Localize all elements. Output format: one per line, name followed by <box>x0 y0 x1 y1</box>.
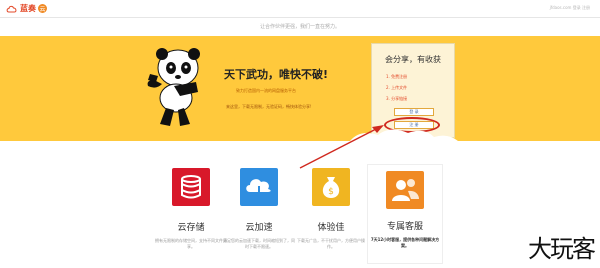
feature-label: 云存储 <box>177 223 205 233</box>
customer-service-icon <box>386 171 424 209</box>
database-icon <box>172 168 210 206</box>
feature-label: 云加速 <box>245 223 273 233</box>
feature-desc: 7天12小时客服，提供各种问题解决方案。 <box>370 237 440 248</box>
feature-label: 体验佳 <box>317 223 345 233</box>
feature-customer-service: 专属客服 7天12小时客服，提供各种问题解决方案。 <box>367 164 443 264</box>
features-section: 云存储 拥有无限制的存储空间，支持不同文件分享。 云加速 满足您的云加速下载，时… <box>0 160 600 268</box>
feature-experience: $ 体验佳 下载无广告，不干扰用户，方便用户操作。 <box>295 168 367 250</box>
feature-cloud-storage: 云存储 拥有无限制的存储空间，支持不同文件分享。 <box>155 168 227 250</box>
feature-desc: 拥有无限制的存储空间，支持不同文件分享。 <box>155 238 227 249</box>
feature-label: 专属客服 <box>386 222 423 232</box>
feature-cloud-acceleration: 云加速 满足您的云加速下载，时间缩短到了，同时下载不限速。 <box>223 168 295 250</box>
cloud-download-icon <box>240 168 278 206</box>
watermark: 大玩客 <box>528 235 596 263</box>
feature-desc: 满足您的云加速下载，时间缩短到了，同时下载不限速。 <box>223 238 295 249</box>
money-bag-icon: $ <box>312 168 350 206</box>
svg-text:$: $ <box>328 187 334 197</box>
feature-desc: 下载无广告，不干扰用户，方便用户操作。 <box>297 238 365 249</box>
